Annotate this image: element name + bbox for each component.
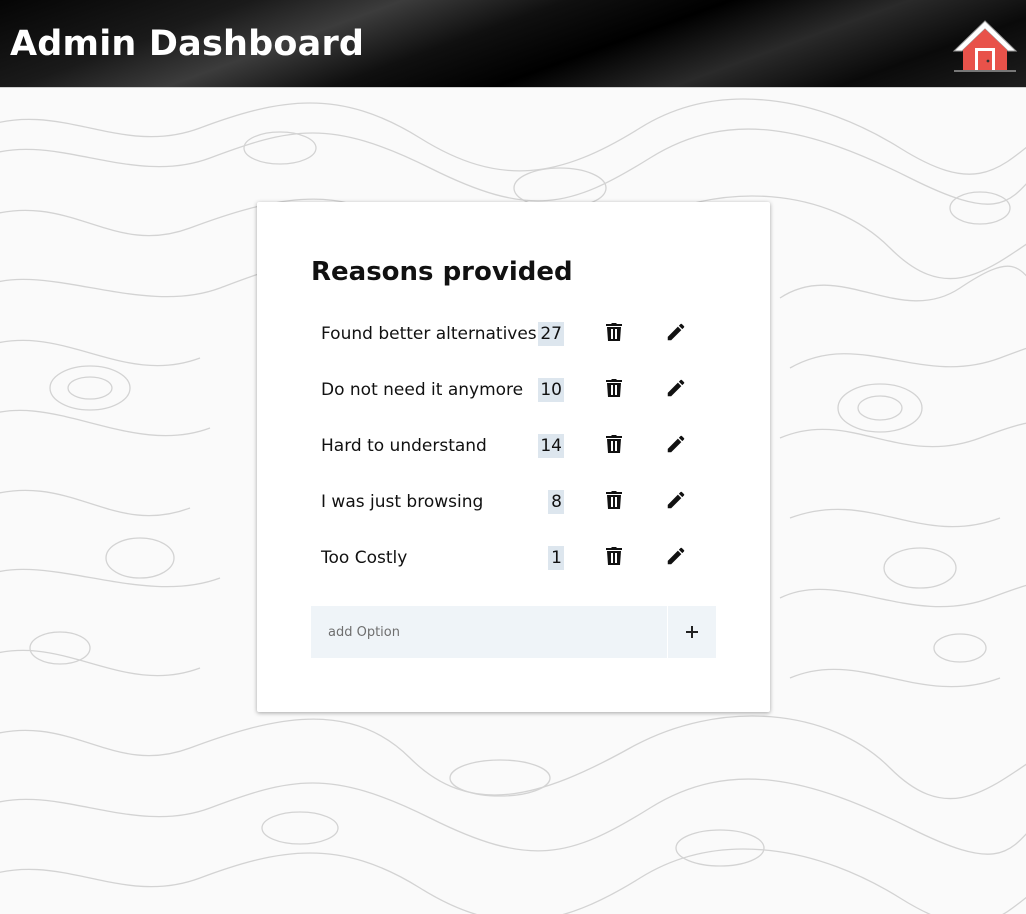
pencil-icon bbox=[667, 379, 685, 397]
reason-label: Hard to understand bbox=[321, 436, 487, 456]
home-icon bbox=[952, 20, 1018, 72]
header-bar: Admin Dashboard bbox=[0, 0, 1026, 88]
delete-button[interactable] bbox=[600, 542, 628, 570]
edit-button[interactable] bbox=[662, 318, 690, 346]
pencil-icon bbox=[667, 435, 685, 453]
reason-label: Do not need it anymore bbox=[321, 380, 524, 400]
reasons-card: Reasons provided Found better alternativ… bbox=[257, 202, 770, 712]
reason-row: Do not need it anymore 10 bbox=[311, 370, 716, 410]
add-option-button[interactable] bbox=[667, 606, 716, 658]
reason-count: 8 bbox=[548, 490, 564, 514]
trash-icon bbox=[606, 323, 622, 341]
reason-label: Found better alternatives bbox=[321, 324, 537, 344]
reason-row: Too Costly 1 bbox=[311, 538, 716, 578]
reason-label: Too Costly bbox=[321, 548, 408, 568]
card-title: Reasons provided bbox=[311, 257, 573, 287]
edit-button[interactable] bbox=[662, 374, 690, 402]
trash-icon bbox=[606, 547, 622, 565]
trash-icon bbox=[606, 379, 622, 397]
reason-count: 1 bbox=[548, 546, 564, 570]
home-button[interactable] bbox=[952, 18, 1018, 76]
edit-button[interactable] bbox=[662, 430, 690, 458]
delete-button[interactable] bbox=[600, 374, 628, 402]
delete-button[interactable] bbox=[600, 318, 628, 346]
add-option-row bbox=[311, 606, 716, 658]
page-title: Admin Dashboard bbox=[10, 24, 365, 64]
pencil-icon bbox=[667, 547, 685, 565]
pencil-icon bbox=[667, 491, 685, 509]
delete-button[interactable] bbox=[600, 486, 628, 514]
trash-icon bbox=[606, 491, 622, 509]
reason-count: 10 bbox=[538, 378, 564, 402]
reason-count: 14 bbox=[538, 434, 564, 458]
trash-icon bbox=[606, 435, 622, 453]
plus-icon bbox=[686, 626, 698, 638]
reason-count: 27 bbox=[538, 322, 564, 346]
pencil-icon bbox=[667, 323, 685, 341]
edit-button[interactable] bbox=[662, 486, 690, 514]
add-option-input[interactable] bbox=[311, 606, 667, 658]
reason-row: Found better alternatives 27 bbox=[311, 314, 716, 354]
reason-row: I was just browsing 8 bbox=[311, 482, 716, 522]
delete-button[interactable] bbox=[600, 430, 628, 458]
edit-button[interactable] bbox=[662, 542, 690, 570]
reason-label: I was just browsing bbox=[321, 492, 484, 512]
reason-row: Hard to understand 14 bbox=[311, 426, 716, 466]
